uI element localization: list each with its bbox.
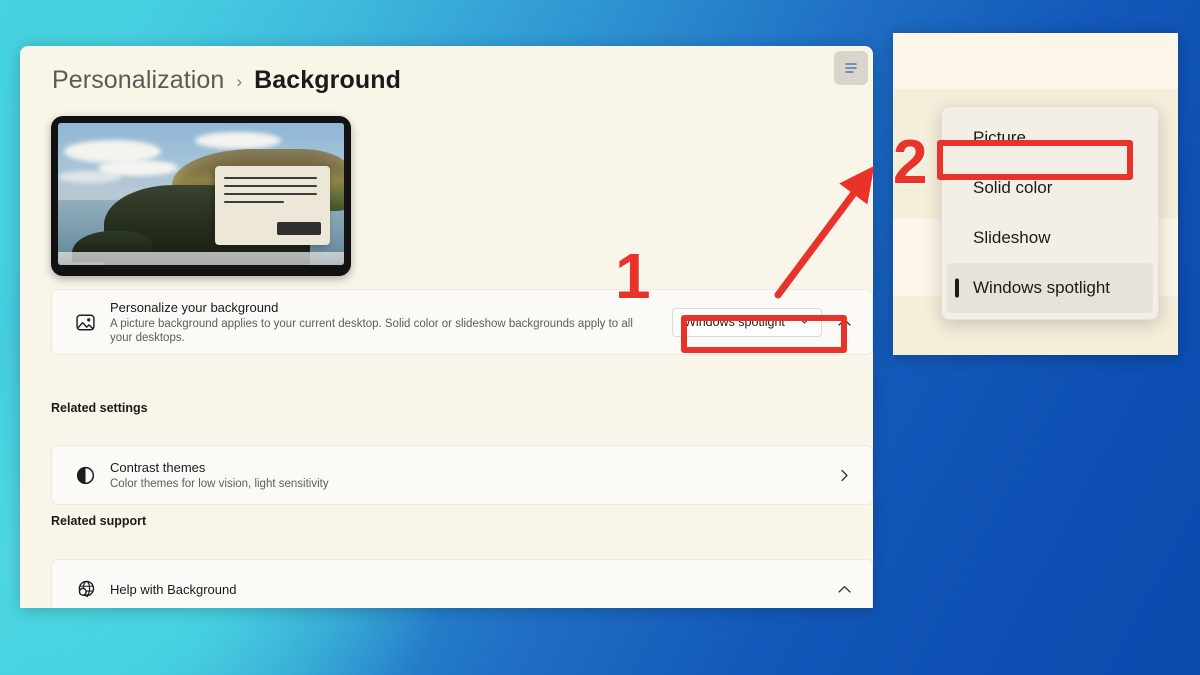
personalize-background-description: A picture background applies to your cur… xyxy=(110,318,633,344)
preview-window-overlay xyxy=(215,165,330,246)
preview-window-line xyxy=(224,200,285,203)
background-type-dropdown-menu[interactable]: Picture Solid color Slideshow Windows sp… xyxy=(941,106,1159,320)
step-number-1: 1 xyxy=(615,240,651,312)
personalize-background-title: Personalize your background xyxy=(110,300,279,315)
breadcrumb-separator: › xyxy=(236,72,243,91)
breadcrumb-root[interactable]: Personalization xyxy=(52,66,224,95)
chevron-down-icon xyxy=(799,317,810,328)
dropdown-option-picture[interactable]: Picture xyxy=(947,113,1153,163)
preview-cloud xyxy=(58,171,121,183)
preview-window-line xyxy=(224,192,317,195)
related-settings-heading: Related settings xyxy=(51,401,148,415)
related-support-heading: Related support xyxy=(51,514,147,528)
contrast-icon xyxy=(68,465,102,486)
desktop-wallpaper: Personalization › Background Personalize… xyxy=(0,0,1200,675)
background-type-dropdown[interactable]: Windows spotlight xyxy=(672,307,822,337)
contrast-themes-description: Color themes for low vision, light sensi… xyxy=(110,478,329,490)
dropdown-option-solid-color[interactable]: Solid color xyxy=(947,163,1153,213)
dropdown-callout-panel: Picture Solid color Slideshow Windows sp… xyxy=(893,33,1178,355)
dropdown-option-label: Solid color xyxy=(973,178,1053,197)
callout-band-top xyxy=(893,33,1178,89)
help-with-background-text: Help with Background xyxy=(102,581,822,598)
more-options-icon xyxy=(845,63,857,73)
page-title: Background xyxy=(254,66,401,94)
help-with-background-expander[interactable] xyxy=(830,585,858,594)
dropdown-option-slideshow[interactable]: Slideshow xyxy=(947,213,1153,263)
desktop-background-preview xyxy=(51,116,351,276)
contrast-themes-title: Contrast themes xyxy=(110,460,206,475)
contrast-themes-chevron[interactable] xyxy=(830,469,858,482)
more-options-button[interactable] xyxy=(834,51,868,85)
personalize-background-text: Personalize your background A picture ba… xyxy=(102,299,672,345)
help-with-background-title: Help with Background xyxy=(110,581,237,597)
dropdown-option-windows-spotlight[interactable]: Windows spotlight xyxy=(947,263,1153,313)
help-with-background-row[interactable]: Help with Background xyxy=(51,559,873,608)
globe-search-icon xyxy=(68,579,102,600)
contrast-themes-text: Contrast themes Color themes for low vis… xyxy=(102,459,822,491)
preview-window-line xyxy=(224,176,317,179)
preview-window-button xyxy=(277,222,321,236)
step-number-2: 2 xyxy=(893,128,928,197)
preview-taskbar xyxy=(58,252,344,265)
settings-window: Personalization › Background Personalize… xyxy=(20,46,873,608)
contrast-themes-row[interactable]: Contrast themes Color themes for low vis… xyxy=(51,445,873,505)
image-icon xyxy=(68,312,102,333)
dropdown-option-label: Windows spotlight xyxy=(973,278,1111,297)
breadcrumb: Personalization › Background xyxy=(52,66,401,95)
personalize-row-expander[interactable] xyxy=(830,318,858,327)
dropdown-option-label: Slideshow xyxy=(973,228,1051,247)
preview-screen xyxy=(58,123,344,265)
chevron-up-icon xyxy=(837,585,851,593)
chevron-right-icon xyxy=(840,469,848,481)
preview-window-line xyxy=(224,184,317,187)
background-type-value: Windows spotlight xyxy=(684,315,785,329)
personalize-background-row[interactable]: Personalize your background A picture ba… xyxy=(51,289,873,355)
preview-cloud xyxy=(195,131,282,149)
chevron-up-icon xyxy=(837,318,851,326)
dropdown-option-label: Picture xyxy=(973,128,1026,147)
